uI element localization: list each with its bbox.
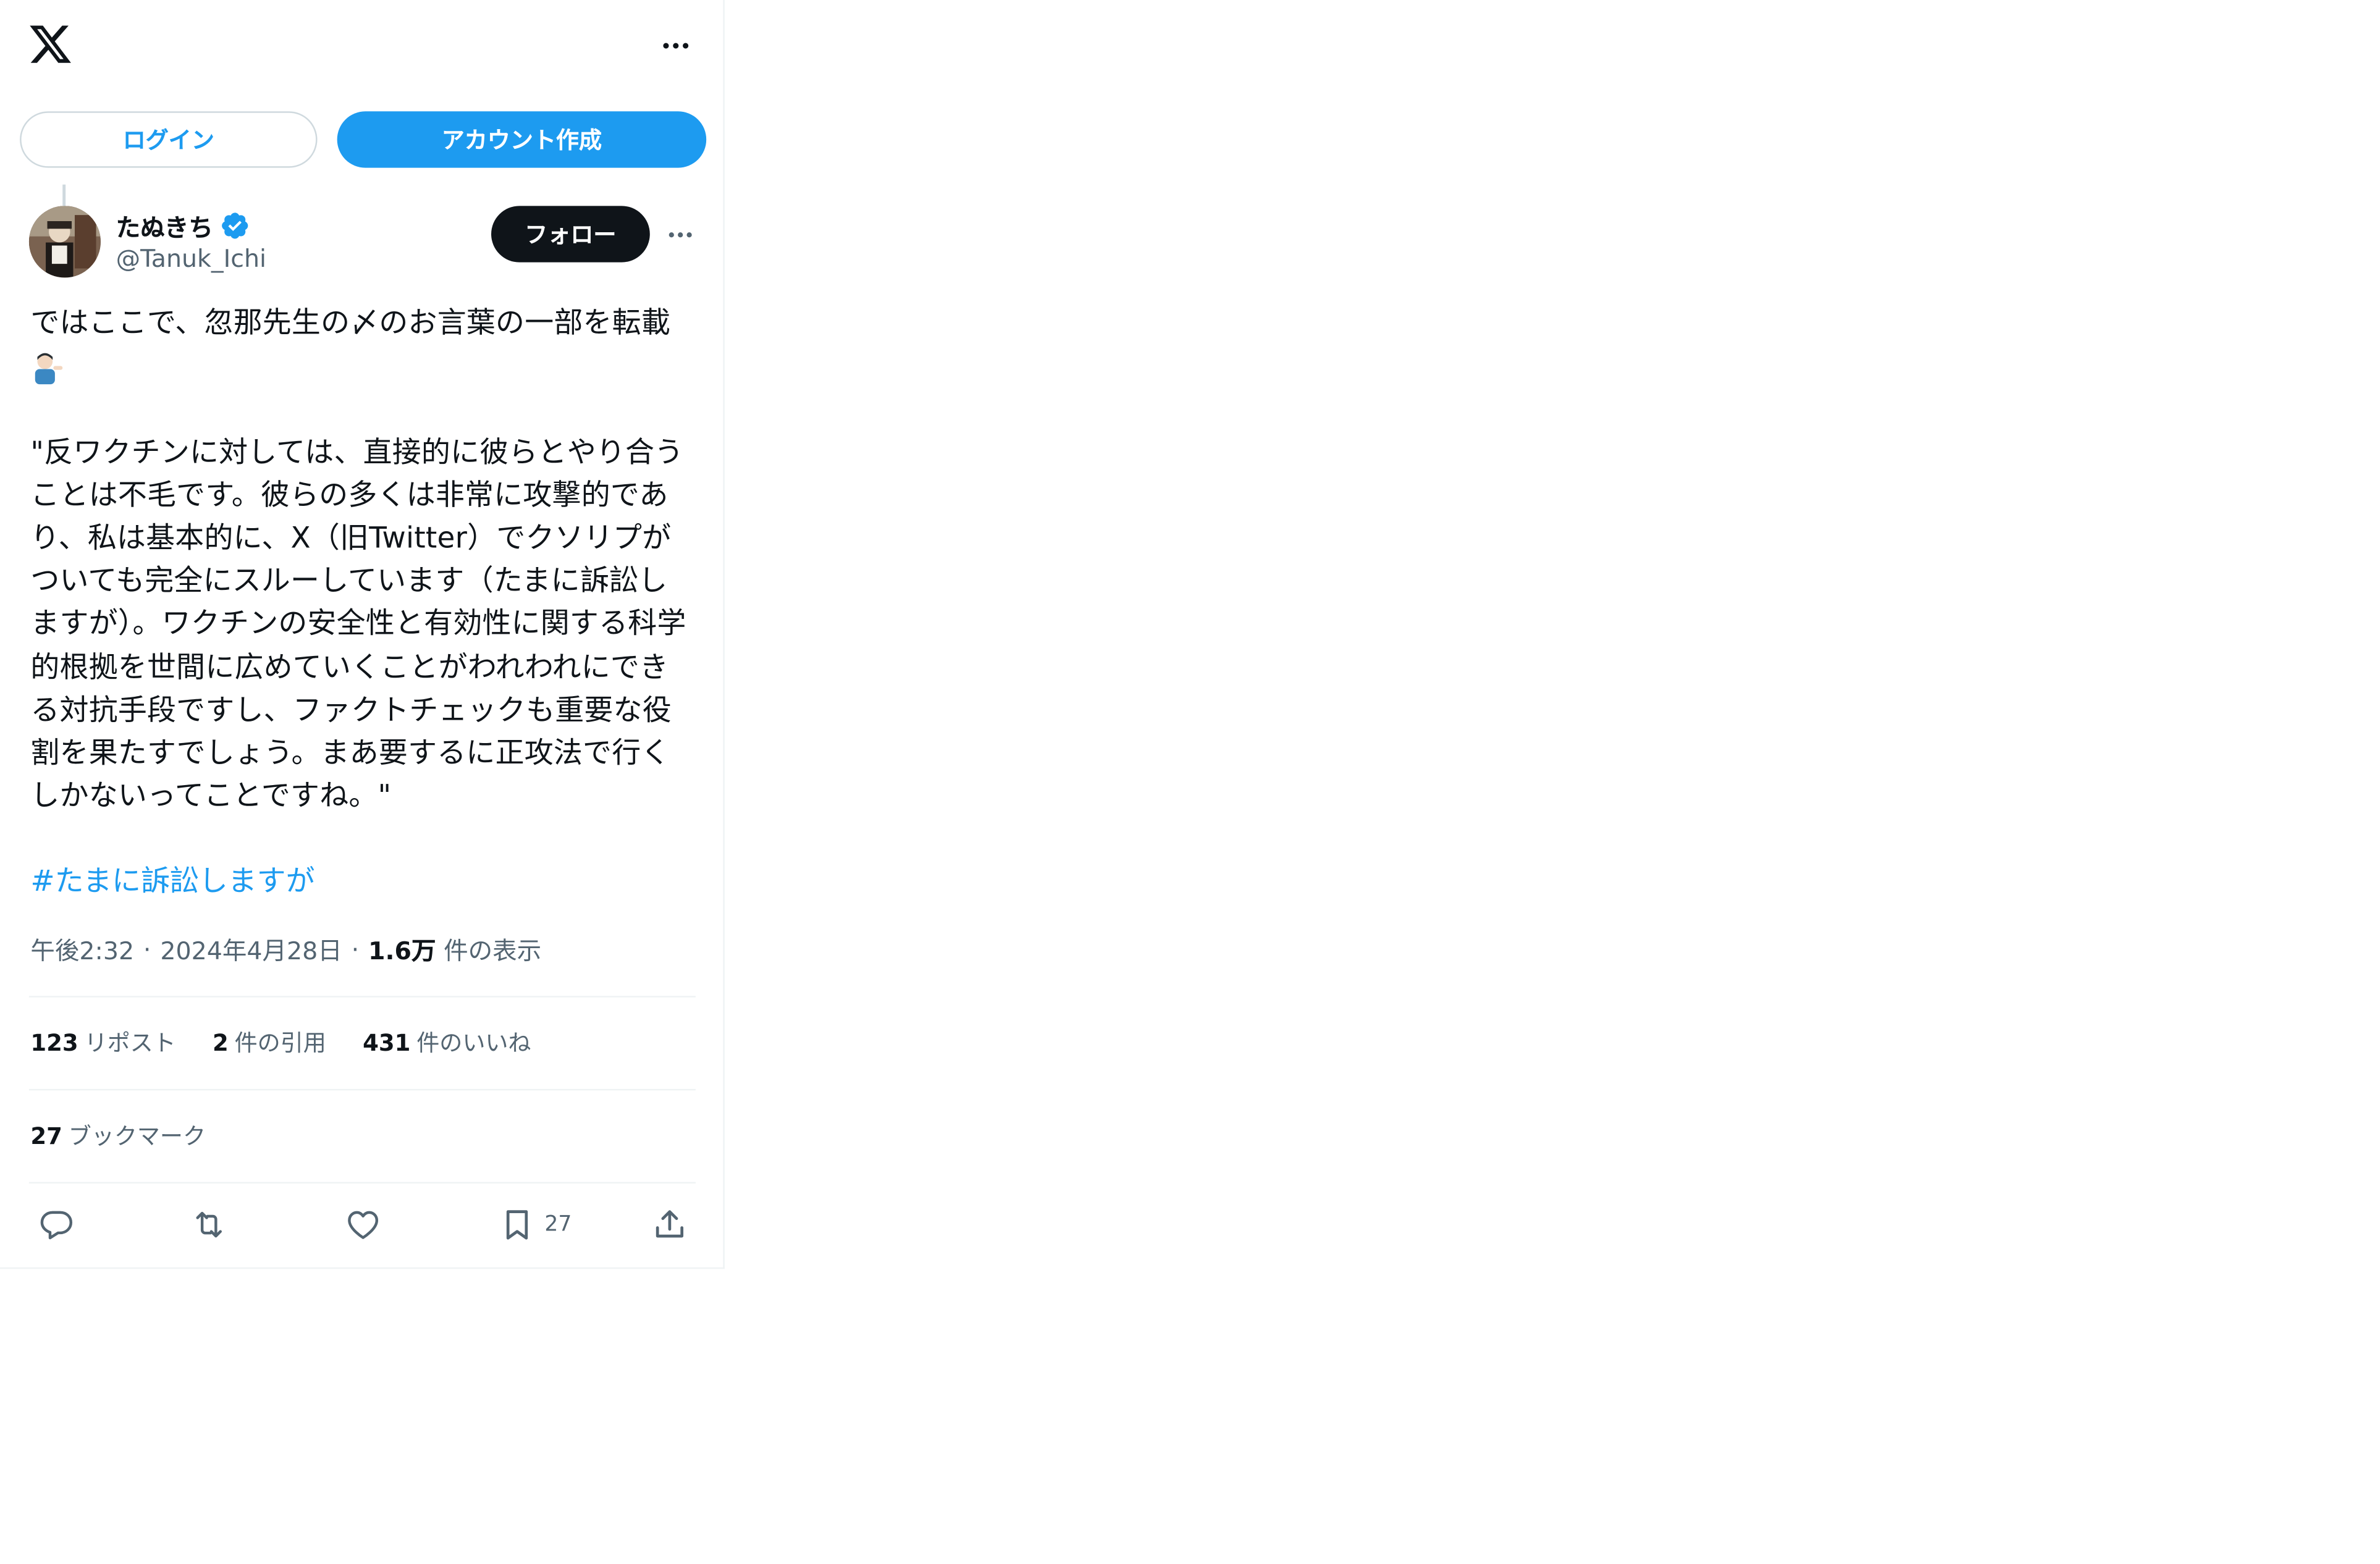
quotes-stat[interactable]: 2 件の引用 xyxy=(213,1027,326,1059)
post-time[interactable]: 午後2:32 xyxy=(30,930,134,967)
views-count: 1.6万 xyxy=(368,936,436,965)
quotes-count: 2 xyxy=(213,1029,229,1057)
post-text-intro: ではここで、忽那先生の〆のお言葉の一部を転載 xyxy=(30,306,671,340)
engagement-stats: 123 リポスト 2 件の引用 431 件のいいね xyxy=(30,1027,531,1059)
display-name[interactable]: たぬきち xyxy=(116,208,213,244)
verified-badge-icon xyxy=(221,212,248,239)
post-more-button[interactable] xyxy=(659,217,702,253)
post-quote: "反ワクチンに対しては、直接的に彼らとやり合うことは不毛です。彼らの多くは非常に… xyxy=(30,435,686,814)
repost-button[interactable] xyxy=(191,1203,227,1246)
author-name-row[interactable]: たぬきち xyxy=(116,208,250,244)
post-meta: 午後2:32 · 2024年4月28日 · 1.6万 件の表示 xyxy=(30,930,541,967)
reposts-stat[interactable]: 123 リポスト xyxy=(30,1027,175,1059)
login-button[interactable]: ログイン xyxy=(20,111,318,168)
repost-icon xyxy=(196,1211,222,1238)
thread-line xyxy=(62,184,66,206)
heart-icon xyxy=(348,1211,379,1239)
like-button[interactable] xyxy=(345,1203,381,1246)
more-options-button[interactable] xyxy=(650,26,702,65)
author-handle[interactable]: @Tanuk_Ichi xyxy=(116,244,266,273)
likes-label: 件のいいね xyxy=(416,1029,531,1057)
post-date[interactable]: 2024年4月28日 xyxy=(160,930,342,967)
hashtag-link[interactable]: #たまに訴訟しますが xyxy=(30,859,314,900)
reply-button[interactable] xyxy=(38,1203,75,1246)
person-tipping-hand-emoji-icon xyxy=(35,352,63,384)
action-bar: 27 xyxy=(0,1203,723,1249)
bookmarks-stat[interactable]: 27 ブックマーク xyxy=(30,1119,206,1151)
share-button[interactable] xyxy=(651,1203,688,1246)
follow-button[interactable]: フォロー xyxy=(491,206,650,263)
bookmarks-label: ブックマーク xyxy=(68,1122,206,1150)
bookmark-button[interactable]: 27 xyxy=(499,1203,572,1246)
x-logo-icon[interactable] xyxy=(27,22,73,67)
divider xyxy=(28,1088,696,1091)
bookmarks-count: 27 xyxy=(30,1122,62,1150)
divider xyxy=(28,1182,696,1184)
bookmark-icon xyxy=(506,1210,528,1240)
create-account-button[interactable]: アカウント作成 xyxy=(337,111,707,168)
avatar-image xyxy=(28,206,101,278)
share-icon xyxy=(656,1210,683,1238)
views-label: 件の表示 xyxy=(444,936,542,965)
meta-separator: · xyxy=(143,934,151,964)
bookmark-count: 27 xyxy=(544,1212,572,1237)
more-horizontal-icon xyxy=(663,43,689,49)
meta-separator: · xyxy=(351,934,360,964)
likes-count: 431 xyxy=(363,1029,411,1057)
likes-stat[interactable]: 431 件のいいね xyxy=(363,1027,531,1059)
views: 1.6万 件の表示 xyxy=(368,930,541,967)
more-horizontal-icon xyxy=(669,232,692,238)
post-text: ではここで、忽那先生の〆のお言葉の一部を転載 "反ワクチンに対しては、直接的に彼… xyxy=(30,302,695,818)
avatar[interactable] xyxy=(28,206,101,278)
divider xyxy=(28,996,696,998)
reposts-count: 123 xyxy=(30,1029,78,1057)
reply-icon xyxy=(40,1211,73,1240)
post-card: ログイン アカウント作成 たぬきち @Tanuk_Ichi フォロー ではここで… xyxy=(0,0,725,1269)
reposts-label: リポスト xyxy=(84,1029,176,1057)
quotes-label: 件の引用 xyxy=(234,1029,326,1057)
